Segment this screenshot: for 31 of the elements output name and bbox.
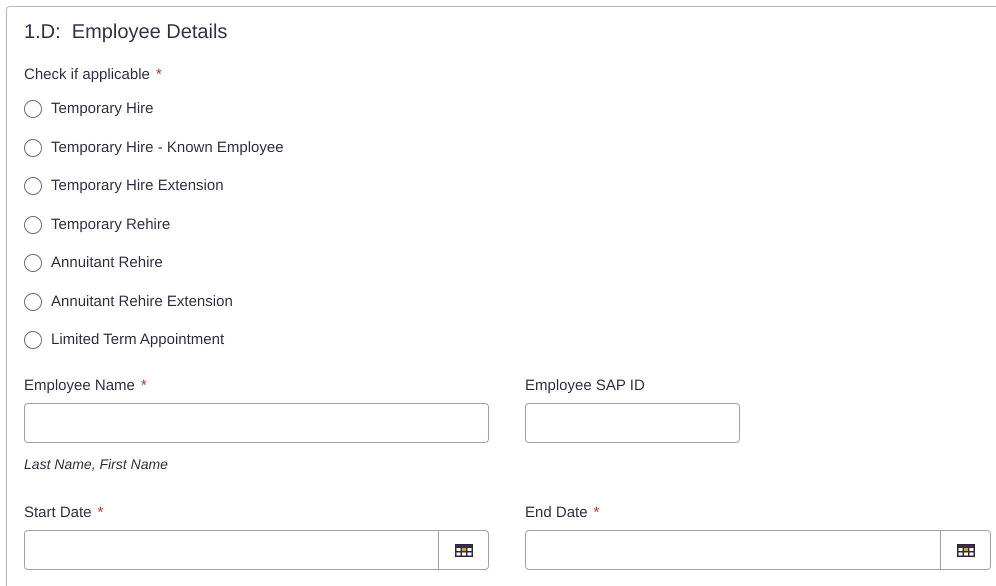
required-mark: * [594, 503, 600, 523]
required-mark: * [140, 376, 147, 396]
radio-button[interactable] [24, 216, 42, 234]
calendar-icon [454, 544, 472, 556]
date-field[interactable] [24, 530, 489, 570]
date-field[interactable] [525, 530, 991, 570]
radio-label[interactable]: Annuitant Rehire Extension [51, 292, 233, 312]
radio-label[interactable]: Limited Term Appointment [51, 330, 224, 350]
field-label: Employee SAP ID [525, 376, 645, 396]
radio-label[interactable]: Annuitant Rehire [51, 253, 163, 273]
radio-label[interactable]: Temporary Hire [51, 99, 154, 119]
input-field[interactable] [525, 403, 740, 443]
calendar-icon [956, 544, 974, 556]
radio-button[interactable] [24, 292, 42, 310]
radio-button[interactable] [24, 177, 42, 195]
field-label: Employee Name [24, 376, 135, 396]
radio-label[interactable]: Temporary Hire - Known Employee [51, 138, 284, 158]
input-field[interactable] [24, 403, 489, 443]
radio-button[interactable] [24, 138, 42, 156]
field-label: End Date [525, 503, 588, 523]
radio-button[interactable] [24, 100, 42, 118]
hint-text: Last Name, First Name [24, 455, 169, 474]
radio-label[interactable]: Temporary Rehire [51, 214, 170, 234]
radio-button[interactable] [24, 331, 42, 349]
required-mark: * [98, 503, 104, 523]
field-label: Start Date [24, 503, 92, 523]
radio-label[interactable]: Temporary Hire Extension [51, 176, 224, 196]
required-mark: * [156, 65, 162, 85]
radio-button[interactable] [24, 254, 42, 272]
section-title: 1.D: Employee Details [24, 20, 228, 45]
field-label: Check if applicable [24, 65, 150, 85]
